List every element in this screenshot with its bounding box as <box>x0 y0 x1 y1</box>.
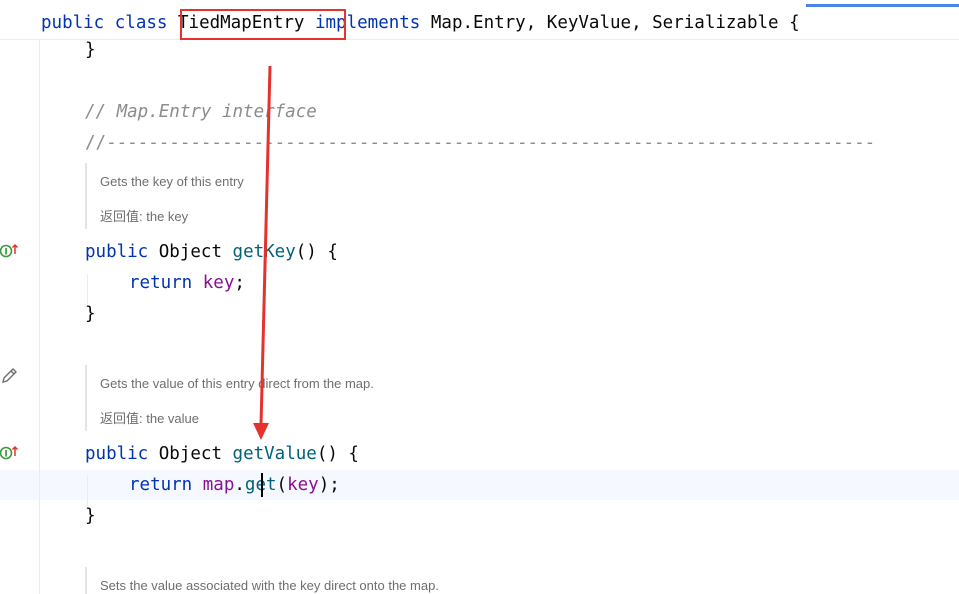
annotation-arrow <box>253 65 272 440</box>
code-editor[interactable]: public class TiedMapEntry implements Map… <box>0 0 959 594</box>
